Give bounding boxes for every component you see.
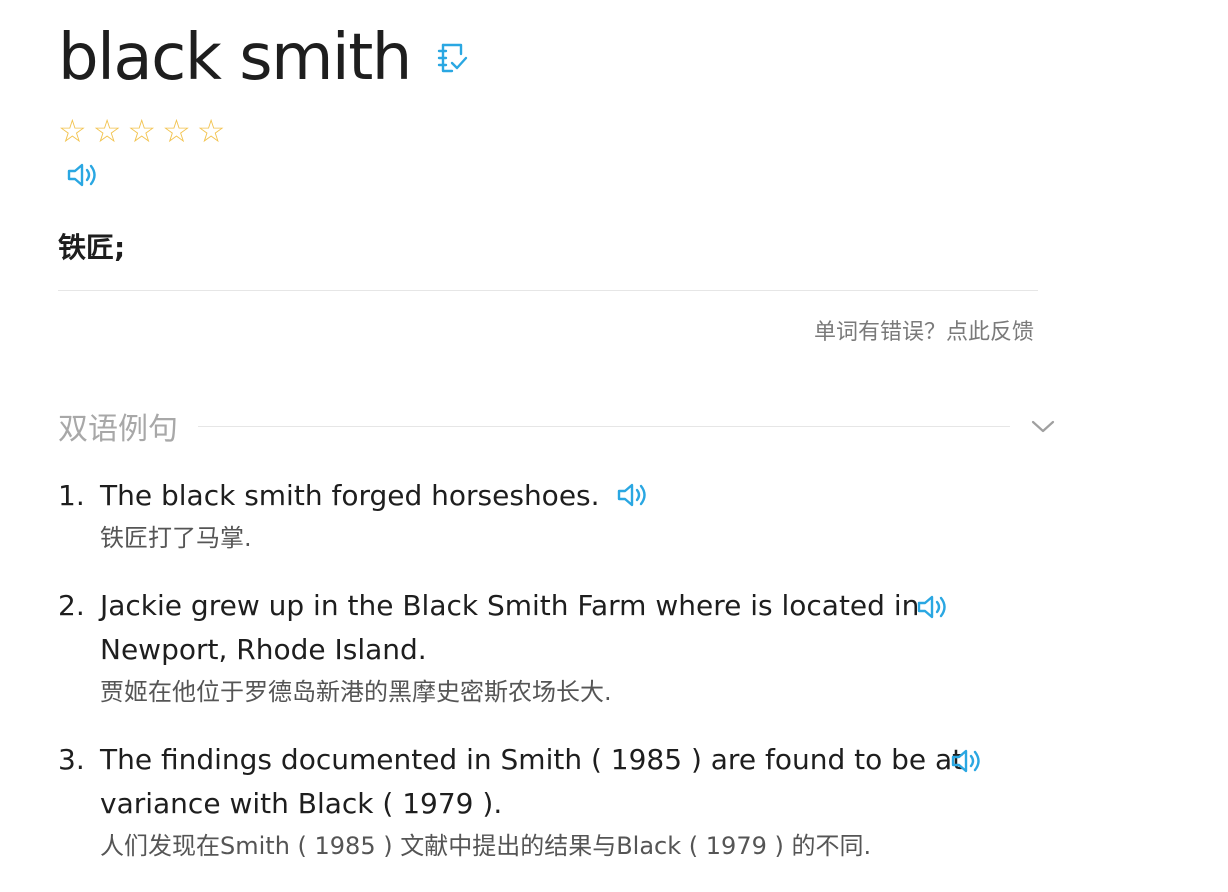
list-item: 3. The findings documented in Smith ( 19… [58,738,1018,892]
example-english: The findings documented in Smith ( 1985 … [100,743,964,820]
word-title: black smith [58,21,412,95]
example-chinese: 铁匠打了马掌. [100,524,252,552]
star-rating[interactable]: ☆ ☆ ☆ ☆ ☆ [58,114,225,148]
example-english: Jackie grew up in the Black Smith Farm w… [100,589,920,666]
title-row: black smith [58,18,469,98]
example-list: 1. The black smith forged horseshoes. 铁匠… [58,474,1018,892]
example-chinese: 贾姬在他位于罗德岛新港的黑摩史密斯农场长大. [100,678,612,706]
definition-text: 铁匠; [58,231,126,264]
example-number: 2. [58,589,85,622]
star-icon[interactable]: ☆ [197,114,226,148]
list-item: 2. Jackie grew up in the Black Smith Far… [58,584,1018,738]
feedback-link[interactable]: 单词有错误？点此反馈 [814,314,1034,346]
star-icon[interactable]: ☆ [58,114,87,148]
star-icon[interactable]: ☆ [127,114,156,148]
speaker-icon[interactable] [66,160,100,190]
example-chinese: 人们发现在Smith ( 1985 ) 文献中提出的结果与Black ( 197… [100,832,872,860]
speaker-icon[interactable] [616,479,650,509]
example-number: 3. [58,743,85,776]
list-item: 1. The black smith forged horseshoes. 铁匠… [58,474,1018,584]
divider [58,290,1038,291]
wordbook-add-icon[interactable] [435,41,469,75]
speaker-icon[interactable] [950,746,984,776]
example-number: 1. [58,479,85,512]
speaker-icon[interactable] [916,592,950,622]
star-icon[interactable]: ☆ [93,114,122,148]
examples-section-header[interactable]: 双语例句 [58,404,1058,448]
example-english: The black smith forged horseshoes. [100,479,600,512]
star-icon[interactable]: ☆ [162,114,191,148]
chevron-down-icon[interactable] [1030,416,1056,436]
divider [198,425,1010,427]
section-title: 双语例句 [58,412,178,447]
